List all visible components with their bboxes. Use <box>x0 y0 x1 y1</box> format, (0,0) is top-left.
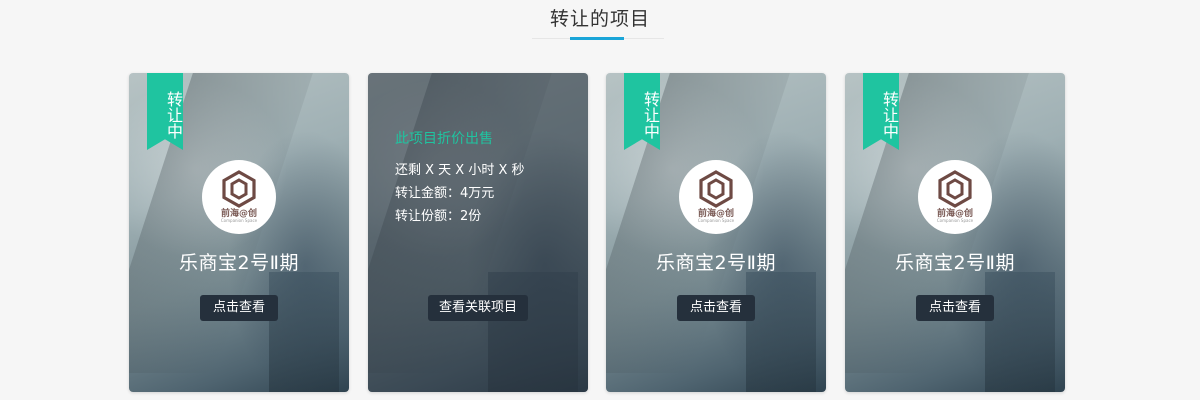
transfer-shares: 转让份额：2份 <box>395 209 482 224</box>
view-details-button[interactable]: 点击查看 <box>916 295 994 321</box>
view-related-project-button[interactable]: 查看关联项目 <box>428 295 528 321</box>
transfer-amount: 转让金额：4万元 <box>395 186 495 201</box>
project-title: 乐商宝2号Ⅱ期 <box>179 252 299 274</box>
title-accent-bar <box>570 37 624 40</box>
hexagon-logo-icon <box>938 170 972 208</box>
project-card[interactable]: 转让中 前海@创 Companion Space 乐商宝2号Ⅱ期 点击查看 <box>606 73 826 392</box>
transfer-status-ribbon: 转让中 <box>863 73 899 150</box>
project-card[interactable]: 转让中 前海@创 Companion Space 乐商宝2号Ⅱ期 点击查看 <box>845 73 1065 392</box>
transfer-status-ribbon: 转让中 <box>147 73 183 150</box>
section-title: 转让的项目 <box>549 8 650 30</box>
project-logo: 前海@创 Companion Space <box>918 160 992 234</box>
view-details-button[interactable]: 点击查看 <box>677 295 755 321</box>
project-card[interactable]: 转让中 前海@创 Companion Space 乐商宝2号Ⅱ期 点击查看 <box>129 73 349 392</box>
hexagon-logo-icon <box>699 170 733 208</box>
project-logo: 前海@创 Companion Space <box>679 160 753 234</box>
discount-headline: 此项目折价出售 <box>395 131 493 147</box>
project-card-discount[interactable]: 此项目折价出售 还剩 X 天 X 小时 X 秒 转让金额：4万元 转让份额：2份… <box>368 73 588 392</box>
logo-subtext: Companion Space <box>697 218 735 223</box>
logo-subtext: Companion Space <box>936 218 974 223</box>
logo-subtext: Companion Space <box>220 218 258 223</box>
card-background-buildings <box>269 272 339 392</box>
remaining-time: 还剩 X 天 X 小时 X 秒 <box>395 163 525 178</box>
project-logo: 前海@创 Companion Space <box>202 160 276 234</box>
view-details-button[interactable]: 点击查看 <box>200 295 278 321</box>
project-title: 乐商宝2号Ⅱ期 <box>656 252 776 274</box>
project-title: 乐商宝2号Ⅱ期 <box>895 252 1015 274</box>
card-background-buildings <box>985 272 1055 392</box>
hexagon-logo-icon <box>222 170 256 208</box>
card-dark-overlay <box>368 73 588 392</box>
transfer-status-ribbon: 转让中 <box>624 73 660 150</box>
card-background-buildings <box>746 272 816 392</box>
